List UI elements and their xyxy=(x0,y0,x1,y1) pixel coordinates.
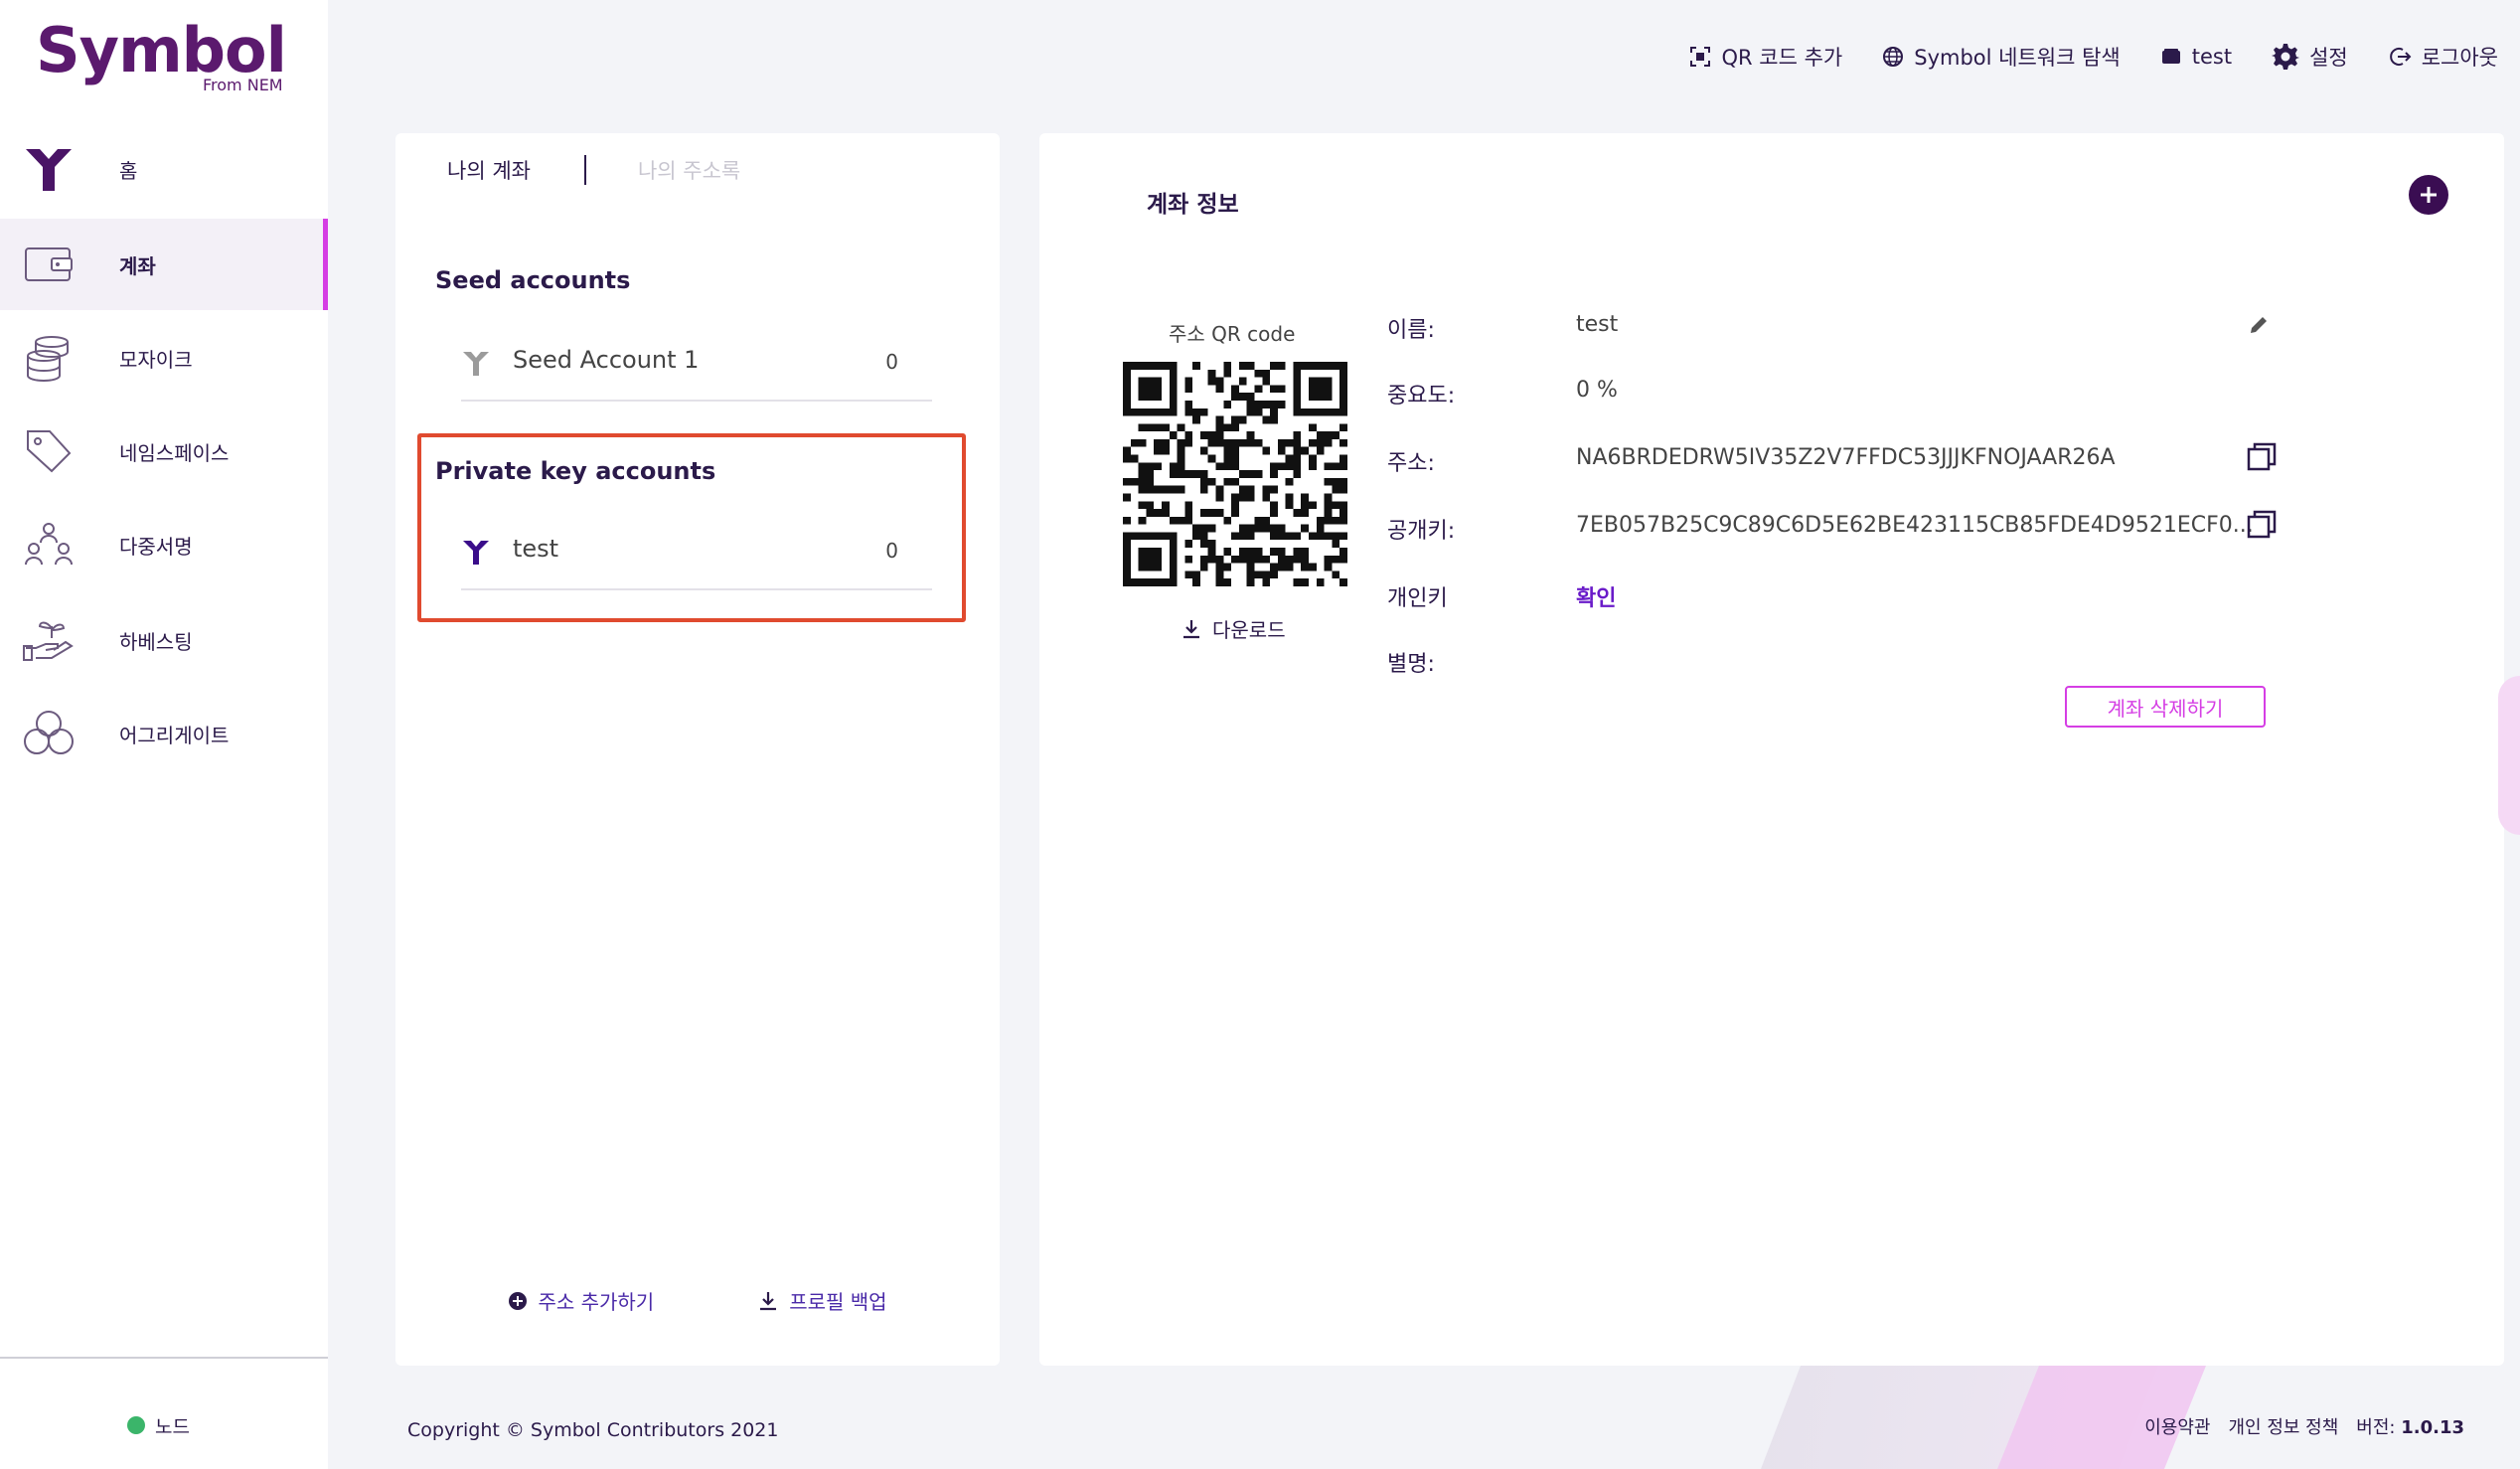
download-qr-button[interactable]: 다운로드 xyxy=(1181,614,1286,643)
public-key-label: 공개키: xyxy=(1387,519,1456,544)
address-qr-code xyxy=(1123,362,1347,586)
symbol-account-icon xyxy=(463,352,489,376)
add-address-button[interactable]: 주소 추가하기 xyxy=(508,1286,654,1315)
add-qr-code-button[interactable]: QR 코드 추가 xyxy=(1689,42,1842,72)
qr-scan-icon xyxy=(1690,47,1711,67)
alias-label: 별명: xyxy=(1387,652,1435,677)
importance-label: 중요도: xyxy=(1387,384,1456,408)
bottom-links: 이용약관 개인 정보 정책 버전: 1.0.13 xyxy=(2144,1413,2464,1439)
add-qr-code-label: QR 코드 추가 xyxy=(1721,46,1843,70)
importance-value: 0 % xyxy=(1576,378,1618,403)
sidebar-item-home[interactable]: 홈 xyxy=(0,123,328,215)
accounts-list-panel: 나의 계좌 나의 주소록 Seed accounts Seed Account … xyxy=(395,133,1000,1366)
account-name: test xyxy=(513,535,559,563)
harvest-hand-icon xyxy=(23,621,74,661)
backup-profile-label: 프로필 백업 xyxy=(789,1290,887,1314)
sidebar-item-label: 어그리게이트 xyxy=(119,724,230,747)
private-key-label: 개인키 xyxy=(1387,586,1448,611)
symbol-account-icon xyxy=(463,541,489,565)
public-key-value: 7EB057B25C9C89C6D5E62BE423115CB85FDE4D95… xyxy=(1576,513,2254,538)
logout-label: 로그아웃 xyxy=(2421,46,2498,70)
version-info: 버전: 1.0.13 xyxy=(2356,1413,2464,1439)
sidebar-item-label: 네임스페이스 xyxy=(119,441,230,465)
account-row-seed-1[interactable]: Seed Account 1 0 xyxy=(461,324,932,402)
tag-icon xyxy=(27,430,72,473)
wallet-button[interactable]: test xyxy=(2160,45,2232,69)
name-label: 이름: xyxy=(1387,318,1435,343)
account-tabs: 나의 계좌 나의 주소록 xyxy=(447,155,740,185)
logout-button[interactable]: 로그아웃 xyxy=(2388,42,2498,72)
sidebar-item-label: 모자이크 xyxy=(119,348,193,372)
sidebar-item-namespaces[interactable]: 네임스페이스 xyxy=(0,406,328,497)
account-balance: 0 xyxy=(885,350,898,374)
sidebar-item-label: 계좌 xyxy=(119,254,156,278)
add-account-button[interactable] xyxy=(2409,175,2448,215)
sidebar-divider xyxy=(0,1357,328,1359)
version-label: 버전: xyxy=(2356,1417,2396,1438)
decorative-shape xyxy=(2498,676,2520,835)
sidebar-item-mosaics[interactable]: 모자이크 xyxy=(0,312,328,404)
logo-subtitle: From NEM xyxy=(203,76,283,94)
account-info-panel: 계좌 정보 주소 QR code 다운로드 이름: test 중요도: 0 % … xyxy=(1039,133,2504,1366)
node-status-dot xyxy=(127,1416,145,1434)
download-icon xyxy=(1183,619,1199,638)
accounts-panel-footer: 주소 추가하기 프로필 백업 xyxy=(395,1286,1000,1315)
address-value: NA6BRDEDRW5IV35Z2V7FFDC53JJJKFNOJAAR26A xyxy=(1576,445,2116,470)
gear-icon xyxy=(2272,44,2300,70)
show-private-key-link[interactable]: 확인 xyxy=(1576,580,1616,612)
sidebar-item-aggregate[interactable]: 어그리게이트 xyxy=(0,688,328,779)
sidebar-item-label: 하베스팅 xyxy=(119,630,193,654)
account-name: Seed Account 1 xyxy=(513,346,700,374)
settings-button[interactable]: 설정 xyxy=(2272,42,2348,72)
symbol-logo[interactable]: Symbol From NEM xyxy=(36,14,294,103)
terms-link[interactable]: 이용약관 xyxy=(2144,1413,2210,1439)
sidebar-item-label: 다중서명 xyxy=(119,535,193,559)
multisig-people-icon xyxy=(25,523,73,566)
privacy-link[interactable]: 개인 정보 정책 xyxy=(2228,1413,2338,1439)
sidebar: Symbol From NEM 홈 계좌 모자이크 네임스페이스 다중서명 하베… xyxy=(0,0,328,1469)
aggregate-circles-icon xyxy=(24,711,74,754)
coins-stack-icon xyxy=(27,336,69,382)
explorer-button[interactable]: Symbol 네트워크 탐색 xyxy=(1882,42,2121,72)
account-row-pk-test[interactable]: test 0 xyxy=(461,513,932,590)
top-header: QR 코드 추가 Symbol 네트워크 탐색 test 설정 로그아웃 xyxy=(328,0,2520,119)
logout-icon xyxy=(2389,48,2412,66)
globe-icon xyxy=(1883,47,1904,67)
download-icon xyxy=(760,1291,777,1310)
seed-accounts-title: Seed accounts xyxy=(435,266,631,294)
symbol-logo-icon xyxy=(26,149,72,191)
tab-address-book[interactable]: 나의 주소록 xyxy=(638,155,740,185)
copy-public-key-icon[interactable] xyxy=(2246,509,2278,541)
delete-account-button[interactable]: 계좌 삭제하기 xyxy=(2065,686,2266,728)
node-label: 노드 xyxy=(155,1415,190,1438)
node-status[interactable]: 노드 xyxy=(127,1411,190,1439)
tab-separator xyxy=(583,155,586,185)
tab-my-accounts[interactable]: 나의 계좌 xyxy=(447,155,531,185)
copyright-text: Copyright © Symbol Contributors 2021 xyxy=(407,1419,779,1441)
version-number: 1.0.13 xyxy=(2401,1417,2464,1438)
name-value: test xyxy=(1576,312,1619,337)
wallet-icon xyxy=(25,247,73,281)
address-label: 주소: xyxy=(1387,451,1435,476)
header-actions: QR 코드 추가 Symbol 네트워크 탐색 test 설정 로그아웃 xyxy=(1689,42,2498,72)
sidebar-item-accounts[interactable]: 계좌 xyxy=(0,219,328,310)
account-balance: 0 xyxy=(885,539,898,563)
backup-profile-button[interactable]: 프로필 백업 xyxy=(757,1286,887,1315)
sidebar-item-label: 홈 xyxy=(119,159,138,183)
account-info-title: 계좌 정보 xyxy=(1147,192,1239,218)
sidebar-item-harvesting[interactable]: 하베스팅 xyxy=(0,594,328,686)
private-key-accounts-title: Private key accounts xyxy=(435,457,716,485)
plus-icon xyxy=(2421,187,2437,203)
copy-address-icon[interactable] xyxy=(2246,441,2278,473)
add-address-label: 주소 추가하기 xyxy=(538,1290,655,1314)
pencil-edit-icon[interactable] xyxy=(2248,314,2270,336)
qr-code-label: 주소 QR code xyxy=(1169,322,1296,346)
sidebar-item-multisig[interactable]: 다중서명 xyxy=(0,499,328,590)
plus-circle-icon xyxy=(509,1291,528,1310)
settings-label: 설정 xyxy=(2309,46,2348,70)
wallet-icon xyxy=(2161,49,2180,64)
wallet-label: test xyxy=(2191,45,2233,69)
explorer-label: Symbol 네트워크 탐색 xyxy=(1914,46,2121,70)
download-label: 다운로드 xyxy=(1212,618,1286,642)
